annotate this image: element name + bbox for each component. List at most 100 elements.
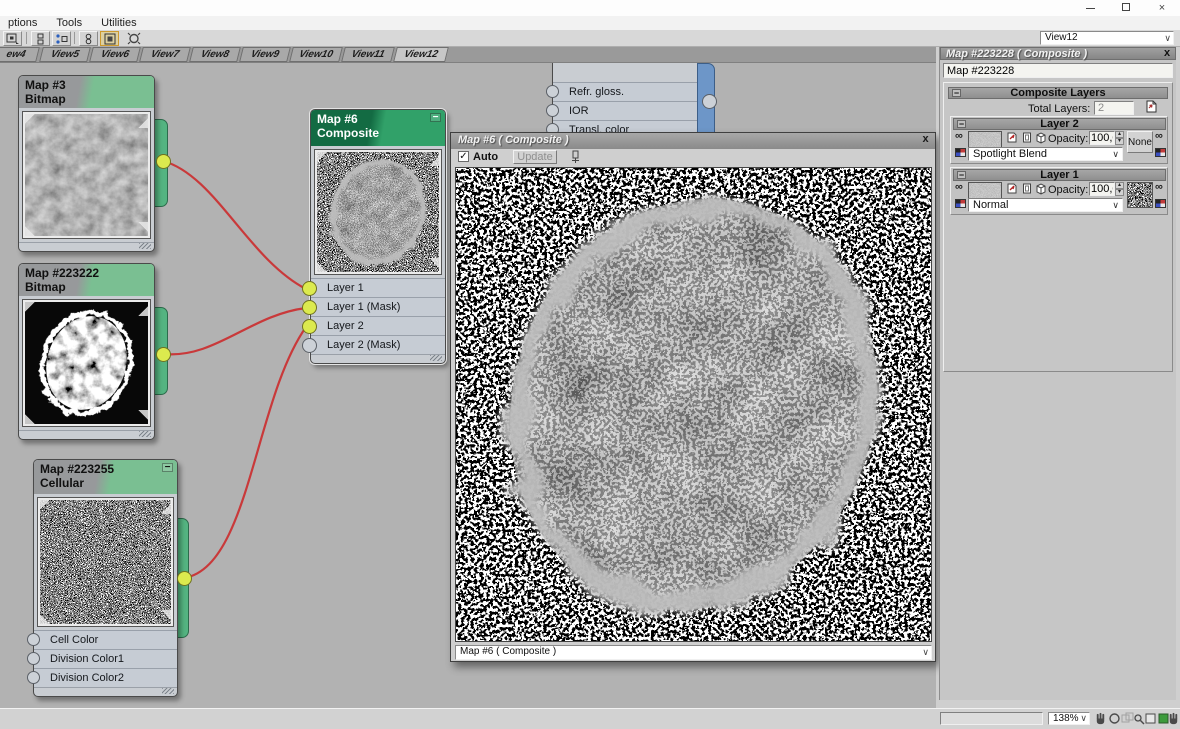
delete-layer-icon[interactable]	[1035, 131, 1047, 144]
total-layers-input[interactable]	[1094, 101, 1134, 115]
close-icon[interactable]: ×	[1152, 3, 1172, 14]
rename-layer-icon[interactable]	[1006, 131, 1018, 144]
layer-visibility-toggle[interactable]: ∞	[955, 130, 963, 142]
rename-layer-icon[interactable]	[1006, 182, 1018, 195]
node-input-slot[interactable]: Layer 1 (Mask)	[302, 297, 445, 316]
connector-socket[interactable]	[27, 633, 40, 646]
preview-map-dropdown[interactable]: Map #6 ( Composite ) ∨	[455, 645, 932, 660]
spinner-down-icon[interactable]: ▾	[1115, 189, 1124, 196]
collapse-node-icon[interactable]: −	[162, 463, 173, 473]
mask-visibility-toggle[interactable]: ∞	[1155, 181, 1163, 193]
connector-socket[interactable]	[302, 319, 317, 334]
map6-preview-window[interactable]: Map #6 ( Composite ) x ✓ Auto Update Map…	[450, 132, 936, 662]
connection-wire[interactable]	[162, 306, 307, 356]
auto-checkbox[interactable]: ✓	[458, 151, 469, 162]
collapse-node-icon[interactable]: −	[430, 113, 441, 123]
close-icon[interactable]: x	[1161, 48, 1173, 59]
menu-options[interactable]: ptions	[0, 16, 45, 30]
map-name-input[interactable]	[943, 63, 1173, 78]
node-input-slot[interactable]: Division Color2	[27, 668, 177, 687]
layer-color-correct-icon[interactable]	[955, 148, 966, 157]
add-layer-icon[interactable]	[1144, 99, 1158, 114]
map223255-output-socket[interactable]	[177, 571, 192, 586]
update-button[interactable]: Update	[513, 150, 557, 164]
close-icon[interactable]: x	[919, 134, 932, 146]
mask-visibility-toggle[interactable]: ∞	[1155, 130, 1163, 142]
map223222-node[interactable]: Map #223222 Bitmap	[18, 263, 155, 440]
blend-mode-dropdown[interactable]: Normal ∨	[968, 198, 1123, 212]
mask-color-correct-icon[interactable]	[1155, 199, 1166, 208]
node-input-slot[interactable]: Layer 2	[302, 316, 445, 335]
minimize-icon[interactable]	[1080, 3, 1100, 14]
node-resize-grip[interactable]	[430, 355, 442, 361]
maximize-icon[interactable]	[1116, 3, 1136, 14]
node-input-slot[interactable]: Refr. gloss.	[546, 82, 699, 101]
tab-view4[interactable]: ew4	[0, 47, 40, 62]
map223222-output-socket[interactable]	[156, 347, 171, 362]
map223222-node-header[interactable]: Map #223222 Bitmap	[19, 264, 154, 296]
opacity-input[interactable]	[1089, 182, 1115, 196]
tab-view12-active[interactable]: View12	[393, 47, 449, 62]
tab-view5[interactable]: View5	[39, 47, 91, 62]
layer-mask-button[interactable]: None	[1127, 131, 1153, 153]
pan-view-icon[interactable]	[1093, 711, 1108, 726]
node-input-slot[interactable]: IOR	[546, 101, 699, 120]
material-output-socket[interactable]	[702, 94, 717, 109]
view-selector-dropdown[interactable]: View12 ∨	[1040, 31, 1174, 45]
node-input-slot[interactable]: Division Color1	[27, 649, 177, 668]
layer-mask-thumbnail[interactable]	[1127, 182, 1153, 208]
map3-node-header[interactable]: Map #3 Bitmap	[19, 76, 154, 108]
mask-color-correct-icon[interactable]	[1155, 148, 1166, 157]
material-id-channel-icon[interactable]	[124, 31, 143, 46]
collapse-layer-icon[interactable]: −	[957, 171, 966, 180]
map223255-node[interactable]: Map #223255 Cellular − Cell Color Divisi…	[27, 459, 178, 697]
tab-view9[interactable]: View9	[239, 47, 291, 62]
spinner-up-icon[interactable]: ▴	[1115, 131, 1124, 138]
show-shaded-material-icon[interactable]	[100, 31, 119, 46]
opacity-input[interactable]	[1089, 131, 1115, 145]
node-input-slot[interactable]: Cell Color	[27, 630, 177, 649]
select-tool-icon[interactable]	[3, 31, 22, 46]
hide-unused-nodeslots-icon[interactable]	[79, 31, 98, 46]
layout-children-icon[interactable]	[52, 31, 71, 46]
preview-window-titlebar[interactable]: Map #6 ( Composite ) x	[451, 133, 935, 149]
tab-view6[interactable]: View6	[89, 47, 141, 62]
tab-view8[interactable]: View8	[189, 47, 241, 62]
node-input-slot[interactable]: Layer 1	[302, 278, 445, 297]
connector-socket[interactable]	[546, 104, 559, 117]
layout-all-vertical-icon[interactable]	[31, 31, 50, 46]
map3-output-socket[interactable]	[156, 154, 171, 169]
map3-node[interactable]: Map #3 Bitmap	[18, 75, 155, 252]
menu-utilities[interactable]: Utilities	[93, 16, 144, 30]
collapse-rollout-icon[interactable]: −	[952, 89, 961, 98]
blend-mode-dropdown[interactable]: Spotlight Blend ∨	[968, 147, 1123, 161]
map6-node[interactable]: Map #6 Composite − Layer 1 Layer 1 (Mask…	[302, 109, 446, 364]
zoom-percent-dropdown[interactable]: 138% ∨	[1048, 712, 1090, 725]
panel-titlebar[interactable]: Map #223228 ( Composite ) x	[940, 47, 1176, 60]
duplicate-layer-icon[interactable]	[1021, 131, 1033, 144]
node-input-slot[interactable]: Layer 2 (Mask)	[302, 335, 445, 354]
duplicate-layer-icon[interactable]	[1021, 182, 1033, 195]
connector-socket[interactable]	[302, 281, 317, 296]
map223255-node-header[interactable]: Map #223255 Cellular −	[34, 460, 177, 494]
delete-layer-icon[interactable]	[1035, 182, 1047, 195]
layer-visibility-toggle[interactable]: ∞	[955, 181, 963, 193]
opacity-spinner[interactable]: ▴ ▾	[1115, 182, 1124, 196]
connector-socket[interactable]	[302, 338, 317, 353]
spinner-down-icon[interactable]: ▾	[1115, 138, 1124, 145]
layer2-header[interactable]: − Layer 2	[953, 118, 1166, 130]
connector-socket[interactable]	[546, 85, 559, 98]
layer1-header[interactable]: − Layer 1	[953, 169, 1166, 181]
node-resize-grip[interactable]	[139, 431, 151, 437]
layer-color-correct-icon[interactable]	[955, 199, 966, 208]
node-resize-grip[interactable]	[162, 688, 174, 694]
menu-tools[interactable]: Tools	[48, 16, 90, 30]
tab-view11[interactable]: View11	[341, 47, 395, 62]
node-resize-grip[interactable]	[139, 243, 151, 249]
collapse-layer-icon[interactable]: −	[957, 120, 966, 129]
connector-socket[interactable]	[27, 671, 40, 684]
connection-wire[interactable]	[183, 326, 307, 580]
spinner-up-icon[interactable]: ▴	[1115, 182, 1124, 189]
tab-view7[interactable]: View7	[139, 47, 191, 62]
opacity-spinner[interactable]: ▴ ▾	[1115, 131, 1124, 145]
